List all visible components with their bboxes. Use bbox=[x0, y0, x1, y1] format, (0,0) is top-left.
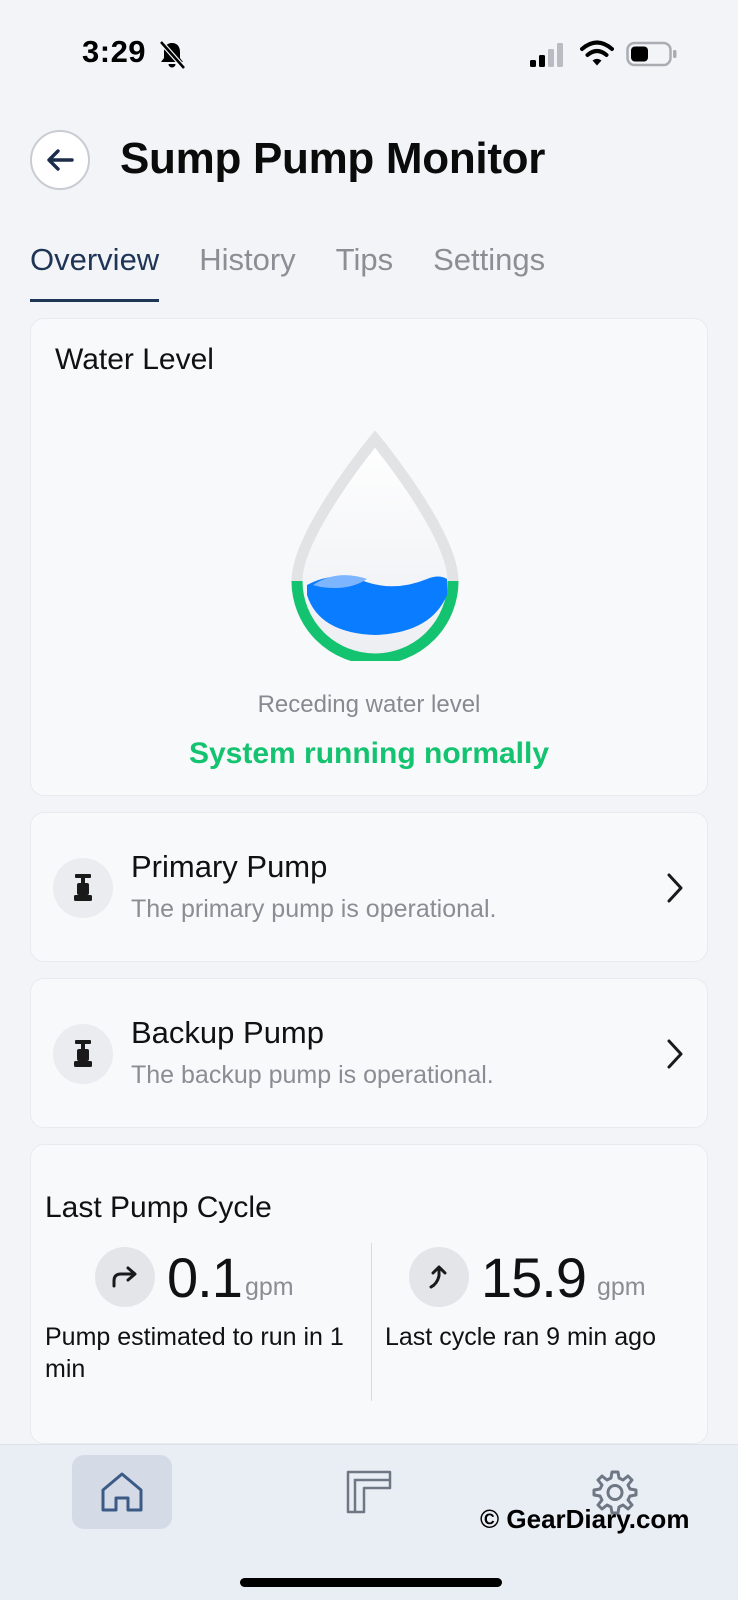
home-icon bbox=[101, 1472, 143, 1512]
estimated-flow-unit: gpm bbox=[245, 1273, 294, 1301]
pump-icon bbox=[74, 874, 92, 901]
backup-pump-card[interactable]: Backup Pump The backup pump is operation… bbox=[30, 978, 708, 1128]
pump-icon-badge bbox=[53, 1024, 113, 1084]
tab-overview[interactable]: Overview bbox=[30, 242, 160, 302]
primary-pump-title: Primary Pump bbox=[131, 849, 328, 884]
water-drop-icon bbox=[291, 430, 459, 661]
water-trend-text: Receding water level bbox=[257, 691, 481, 718]
wifi-icon bbox=[580, 40, 614, 66]
pump-icon-badge bbox=[53, 858, 113, 918]
primary-pump-card[interactable]: Primary Pump The primary pump is operati… bbox=[30, 812, 708, 962]
backup-pump-title: Backup Pump bbox=[131, 1015, 324, 1050]
last-pump-cycle-title: Last Pump Cycle bbox=[45, 1191, 272, 1224]
estimated-run-text: Pump estimated to run in 1 min bbox=[45, 1323, 344, 1383]
bell-slash-icon bbox=[159, 40, 186, 70]
back-button[interactable] bbox=[30, 130, 90, 190]
estimated-flow-value: 0.1 bbox=[167, 1246, 243, 1309]
battery-icon bbox=[626, 41, 677, 67]
nav-home-button[interactable] bbox=[72, 1455, 172, 1529]
cellular-signal-icon bbox=[530, 43, 563, 67]
redo-arrow-icon bbox=[112, 1266, 137, 1288]
water-level-title: Water Level bbox=[55, 343, 214, 376]
status-time: 3:29 bbox=[82, 34, 147, 69]
curved-up-arrow-badge bbox=[409, 1247, 469, 1307]
tab-settings[interactable]: Settings bbox=[433, 242, 545, 302]
last-cycle-flow-value: 15.9 bbox=[481, 1246, 587, 1309]
chevron-right-icon bbox=[667, 873, 683, 903]
last-pump-cycle-card: Last Pump Cycle 0.1 gpm Pump estimated t… bbox=[30, 1144, 708, 1444]
watermark: © GearDiary.com bbox=[480, 1504, 690, 1534]
history-icon bbox=[346, 1470, 392, 1514]
tab-tips[interactable]: Tips bbox=[336, 242, 393, 302]
water-level-card: Water Level Receding water level System … bbox=[30, 318, 708, 796]
primary-pump-status: The primary pump is operational. bbox=[131, 895, 497, 923]
arrow-left-icon bbox=[47, 149, 74, 171]
system-status-text: System running normally bbox=[188, 737, 550, 770]
page-title: Sump Pump Monitor bbox=[120, 134, 546, 183]
status-bar: 3:29 bbox=[0, 0, 738, 100]
tab-bar: Overview History Tips Settings bbox=[30, 242, 585, 302]
nav-history-button[interactable] bbox=[334, 1455, 404, 1529]
pump-icon bbox=[74, 1040, 92, 1067]
last-cycle-flow-unit: gpm bbox=[597, 1273, 646, 1301]
backup-pump-status: The backup pump is operational. bbox=[131, 1061, 494, 1089]
chevron-right-icon bbox=[667, 1039, 683, 1069]
redo-arrow-badge bbox=[95, 1247, 155, 1307]
tab-history[interactable]: History bbox=[199, 242, 295, 302]
metric-divider bbox=[371, 1243, 372, 1401]
last-cycle-time-text: Last cycle ran 9 min ago bbox=[385, 1323, 656, 1351]
home-indicator bbox=[240, 1578, 502, 1587]
curved-up-arrow-icon bbox=[429, 1265, 447, 1289]
